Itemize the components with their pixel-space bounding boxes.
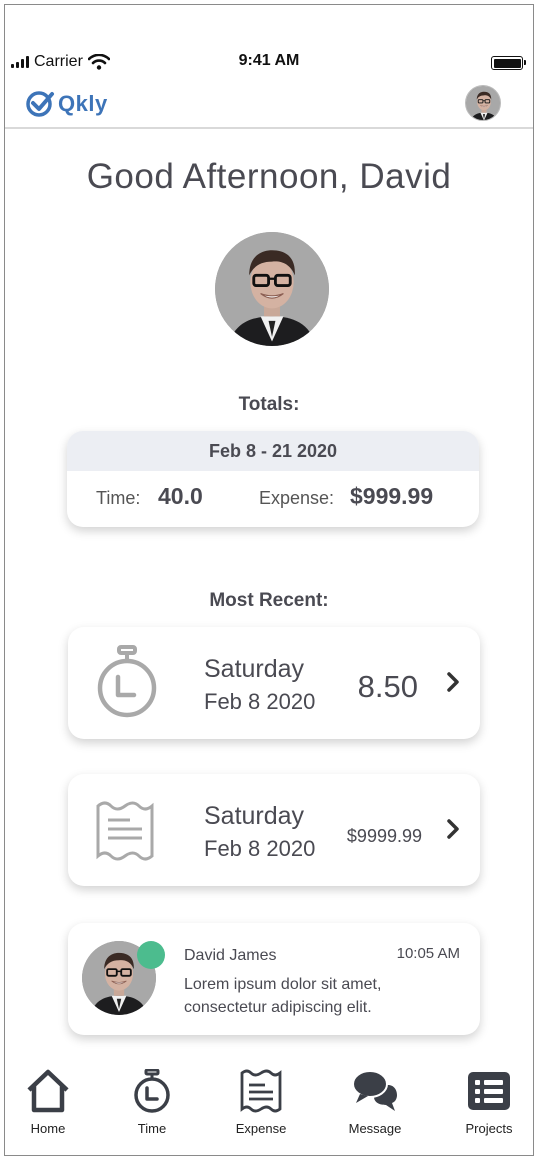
app-header: Qkly (5, 85, 533, 129)
totals-period: Feb 8 - 21 2020 (67, 431, 479, 471)
stopwatch-icon (97, 645, 157, 718)
sender-name: David James (184, 947, 277, 964)
recent-time-entry[interactable]: Saturday Feb 8 2020 8.50 (68, 627, 480, 739)
entry-hours: 8.50 (357, 669, 418, 704)
chevron-right-icon (447, 819, 459, 839)
chat-icon (352, 1070, 397, 1111)
expense-value: $999.99 (350, 483, 434, 509)
online-status-dot (137, 941, 165, 969)
message-time: 10:05 AM (396, 945, 460, 962)
totals-title: Totals: (238, 394, 300, 415)
message-card[interactable]: David James 10:05 AM Lorem ipsum dolor s… (68, 923, 480, 1035)
recent-title: Most Recent: (209, 590, 329, 611)
nav-label: Home (30, 1121, 66, 1136)
entry-date: Feb 8 2020 (204, 689, 316, 714)
nav-label: Time (137, 1121, 167, 1136)
nav-label: Message (348, 1121, 402, 1136)
totals-card: Feb 8 - 21 2020 Time: 40.0 Expense: $999… (67, 431, 479, 527)
user-avatar (215, 232, 329, 346)
message-preview: Lorem ipsum dolor sit amet, consectetur … (184, 976, 382, 1016)
recent-expense-entry[interactable]: Saturday Feb 8 2020 $9999.99 (68, 774, 480, 886)
nav-message[interactable]: Message (330, 1067, 420, 1136)
phone-screen: Carrier 9:41 AM Qkly Good Afternoon, Dav… (4, 4, 534, 1156)
expense-label: Expense: (259, 488, 335, 508)
entry-amount: $9999.99 (346, 826, 422, 846)
nav-projects[interactable]: Projects (444, 1067, 533, 1136)
list-icon (468, 1072, 510, 1110)
time-value: 40.0 (158, 483, 203, 509)
status-time: 9:41 AM (238, 52, 300, 69)
check-circle-icon (26, 91, 54, 117)
nav-home[interactable]: Home (5, 1067, 93, 1136)
battery-icon (491, 56, 526, 70)
receipt-icon (240, 1069, 282, 1113)
time-label: Time: (96, 488, 141, 508)
entry-day: Saturday (204, 802, 305, 830)
nav-time[interactable]: Time (107, 1067, 197, 1136)
profile-avatar[interactable] (465, 85, 501, 121)
entry-date: Feb 8 2020 (204, 836, 316, 861)
app-logo[interactable]: Qkly (25, 89, 108, 119)
chevron-right-icon (447, 672, 459, 692)
entry-day: Saturday (204, 655, 305, 683)
nav-label: Projects (465, 1121, 513, 1136)
nav-expense[interactable]: Expense (216, 1067, 306, 1136)
greeting-title: Good Afternoon, David (86, 157, 452, 196)
bottom-nav: Home Time Expense Message Projects (5, 1039, 533, 1155)
stopwatch-icon (134, 1069, 170, 1113)
nav-label: Expense (235, 1121, 287, 1136)
receipt-icon (96, 801, 154, 861)
home-icon (27, 1069, 69, 1113)
logo-text: Qkly (58, 91, 108, 116)
